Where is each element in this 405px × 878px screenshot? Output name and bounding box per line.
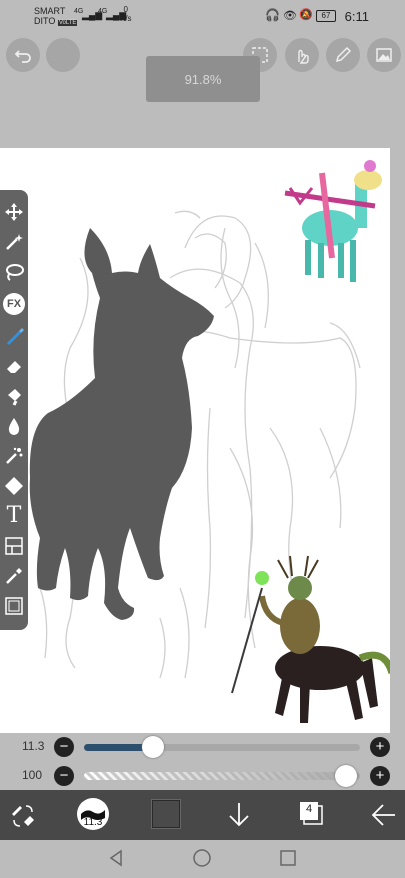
layers-count: 4 bbox=[305, 803, 313, 815]
network-speed-unit: K/s bbox=[120, 14, 132, 23]
brush-size-row: 11.3 − + bbox=[0, 736, 405, 758]
magic-wand-tool[interactable] bbox=[2, 230, 26, 254]
canvas-tool[interactable] bbox=[2, 594, 26, 618]
blur-tool[interactable] bbox=[2, 414, 26, 438]
brush-size-slider[interactable] bbox=[84, 736, 360, 758]
llama-pinata-image bbox=[284, 160, 382, 282]
carrier-name-2-label: DITO bbox=[34, 16, 56, 26]
arrow-down-icon bbox=[229, 803, 249, 827]
move-icon bbox=[5, 203, 23, 221]
panel-icon bbox=[5, 537, 23, 555]
system-nav-bar bbox=[0, 840, 405, 878]
text-tool[interactable]: T bbox=[2, 504, 26, 528]
lasso-icon bbox=[6, 264, 24, 281]
import-button[interactable] bbox=[226, 800, 252, 830]
centaur-image bbox=[231, 555, 390, 723]
eyedropper-icon bbox=[6, 568, 22, 584]
panel-tool[interactable] bbox=[2, 534, 26, 558]
brush-preview-button[interactable]: 11.3 bbox=[77, 798, 109, 830]
eye-icon: 👁 bbox=[283, 10, 297, 22]
canvas-icon bbox=[5, 597, 23, 615]
pen-icon bbox=[335, 46, 352, 63]
drawing-canvas[interactable] bbox=[0, 148, 390, 733]
clock: 6:11 bbox=[344, 9, 369, 24]
magic-wand-icon bbox=[6, 234, 23, 250]
layers-button[interactable]: 4 bbox=[298, 800, 324, 828]
carrier-name-2: DITO VoLTE bbox=[34, 16, 78, 28]
color-swatch-button[interactable] bbox=[151, 799, 181, 829]
network-speed-value: 0 bbox=[123, 5, 128, 14]
nav-recents-button[interactable] bbox=[278, 848, 298, 868]
redo-button[interactable] bbox=[46, 38, 80, 72]
volte-badge: VoLTE bbox=[57, 20, 78, 26]
opacity-thumb[interactable] bbox=[335, 765, 358, 787]
brush-tool[interactable] bbox=[2, 324, 26, 348]
triangle-back-icon bbox=[109, 849, 122, 867]
network-speed: 0 K/s bbox=[120, 5, 132, 23]
undo-icon bbox=[14, 50, 31, 63]
gesture-icon bbox=[298, 49, 309, 64]
fill-icon bbox=[8, 389, 21, 406]
arrow-left-icon bbox=[371, 804, 395, 826]
battery-indicator: 67 bbox=[316, 10, 336, 22]
gallery-icon bbox=[376, 48, 392, 62]
opacity-increase-button[interactable]: + bbox=[370, 766, 390, 786]
carrier-info: SMART DITO VoLTE bbox=[34, 6, 78, 28]
fx-tool[interactable]: FX bbox=[2, 292, 26, 316]
brush-size-increase-button[interactable]: + bbox=[370, 737, 390, 757]
eraser-icon bbox=[7, 361, 21, 373]
gallery-button[interactable] bbox=[367, 38, 401, 72]
text-icon: T bbox=[6, 503, 22, 528]
swap-tools-icon bbox=[12, 805, 34, 827]
nav-home-button[interactable] bbox=[192, 848, 212, 868]
back-button[interactable] bbox=[370, 802, 398, 828]
eraser-tool[interactable] bbox=[2, 354, 26, 378]
bottom-toolbar: 11.3 4 bbox=[0, 790, 405, 840]
opacity-decrease-button[interactable]: − bbox=[54, 766, 74, 786]
status-icons: 🎧 bbox=[265, 8, 284, 22]
carrier-name-1: SMART bbox=[34, 6, 66, 16]
status-bar: SMART DITO VoLTE 4G ▂▄▆ 4G ▂▄▆ 0 K/s 🎧 👁… bbox=[0, 0, 405, 34]
eyedropper-tool[interactable] bbox=[2, 564, 26, 588]
brush-icon bbox=[7, 328, 24, 345]
brush-preview-label: 11.3 bbox=[83, 817, 103, 828]
undo-button[interactable] bbox=[6, 38, 40, 72]
opacity-slider[interactable] bbox=[84, 765, 360, 787]
shape-tool[interactable] bbox=[2, 474, 26, 498]
brush-size-thumb[interactable] bbox=[142, 736, 164, 758]
animal-silhouette bbox=[29, 228, 215, 620]
headphones-icon: 🎧 bbox=[265, 8, 284, 22]
opacity-row: 100 − + bbox=[0, 765, 405, 787]
lasso-tool[interactable] bbox=[2, 260, 26, 284]
gesture-button[interactable] bbox=[285, 38, 319, 72]
circle-home-icon bbox=[193, 849, 211, 867]
brush-size-decrease-button[interactable]: − bbox=[54, 737, 74, 757]
nav-back-button[interactable] bbox=[106, 848, 126, 868]
pen-button[interactable] bbox=[326, 38, 360, 72]
opacity-value: 100 bbox=[22, 768, 43, 782]
square-recents-icon bbox=[280, 850, 296, 866]
zoom-indicator: 91.8% bbox=[146, 56, 260, 102]
brush-size-value: 11.3 bbox=[22, 739, 45, 753]
fx-icon: FX bbox=[3, 293, 25, 315]
blur-icon bbox=[8, 418, 20, 435]
fill-tool[interactable] bbox=[2, 384, 26, 408]
sparkle-icon bbox=[6, 447, 23, 464]
tool-palette: FX T bbox=[0, 190, 28, 630]
canvas-artwork bbox=[29, 160, 390, 723]
shape-icon bbox=[5, 477, 23, 495]
mute-icon: 🔕 bbox=[299, 9, 313, 21]
move-tool[interactable] bbox=[2, 200, 26, 224]
sparkle-tool[interactable] bbox=[2, 444, 26, 468]
brush-eraser-toggle[interactable] bbox=[8, 800, 38, 830]
